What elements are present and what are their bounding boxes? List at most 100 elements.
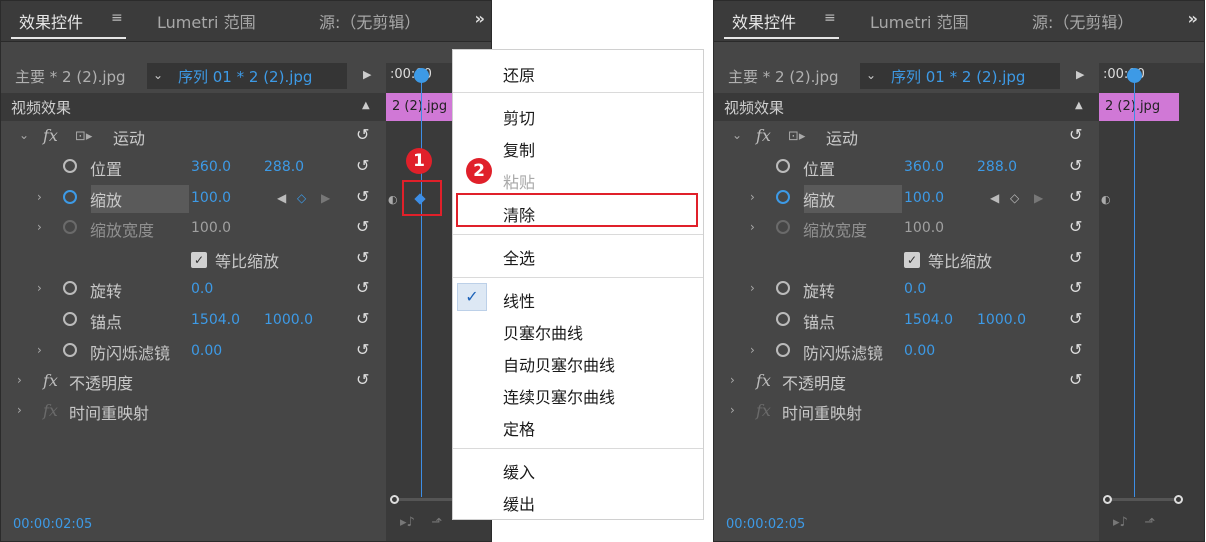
menu-item-select-all[interactable]: 全选 xyxy=(503,245,535,269)
scrollbar-track[interactable] xyxy=(1109,498,1175,501)
tab-source[interactable]: 源:（无剪辑） xyxy=(319,9,420,33)
menu-item-bezier[interactable]: 贝塞尔曲线 xyxy=(503,320,583,344)
chevron-down-icon[interactable]: ⌄ xyxy=(153,68,163,82)
collapse-up-icon[interactable]: ▲ xyxy=(1075,100,1083,111)
reset-icon[interactable]: ↺ xyxy=(356,340,369,359)
effect-row-opacity[interactable]: › fx 不透明度 ↺ xyxy=(1,368,386,398)
rotation-value[interactable]: 0.0 xyxy=(191,281,213,297)
menu-item-continuous-bezier[interactable]: 连续贝塞尔曲线 xyxy=(503,384,615,408)
sequence-clip-label[interactable]: 序列 01 * 2 (2).jpg xyxy=(178,66,312,87)
reset-icon[interactable]: ↺ xyxy=(356,278,369,297)
reset-icon[interactable]: ↺ xyxy=(356,187,369,206)
clip-bar[interactable]: 2 (2).jpg xyxy=(1099,93,1179,121)
menu-item-hold[interactable]: 定格 xyxy=(503,416,535,440)
anti-flicker-value[interactable]: 0.00 xyxy=(904,343,935,359)
more-tabs-icon[interactable]: » xyxy=(475,9,485,28)
reset-icon[interactable]: ↺ xyxy=(356,309,369,328)
twirl-closed-icon[interactable]: › xyxy=(17,373,22,387)
filter-audio-icon[interactable]: ▸♪ ⬏ xyxy=(400,515,442,530)
menu-item-ease-in[interactable]: 缓入 xyxy=(503,459,535,483)
twirl-closed-icon[interactable]: › xyxy=(730,403,735,417)
stopwatch-icon[interactable] xyxy=(63,312,77,326)
current-timecode[interactable]: 00:00:02:05 xyxy=(13,517,92,532)
twirl-closed-icon[interactable]: › xyxy=(37,190,42,204)
twirl-closed-icon[interactable]: › xyxy=(750,190,755,204)
twirl-closed-icon[interactable]: › xyxy=(750,343,755,357)
anti-flicker-value[interactable]: 0.00 xyxy=(191,343,222,359)
reset-icon[interactable]: ↺ xyxy=(1069,248,1082,267)
scale-value[interactable]: 100.0 xyxy=(191,190,231,206)
master-clip-label[interactable]: 主要 * 2 (2).jpg xyxy=(15,66,126,87)
effect-row-motion[interactable]: ⌄ fx ⊡▸ 运动 ↺ xyxy=(714,123,1099,153)
play-icon[interactable]: ▶ xyxy=(363,68,371,81)
tab-menu-icon[interactable]: ≡ xyxy=(111,10,123,26)
reset-icon[interactable]: ↺ xyxy=(1069,278,1082,297)
reset-icon[interactable]: ↺ xyxy=(356,370,369,389)
tab-lumetri-scopes[interactable]: Lumetri 范围 xyxy=(157,9,256,33)
scroll-handle-left[interactable] xyxy=(390,495,399,504)
playhead-line[interactable] xyxy=(1134,77,1135,497)
scroll-handle-right[interactable] xyxy=(1174,495,1183,504)
transform-icon[interactable]: ⊡▸ xyxy=(75,129,92,144)
stopwatch-icon[interactable] xyxy=(776,312,790,326)
add-keyframe-icon[interactable]: ◇ xyxy=(1010,191,1019,205)
keyframe-half-icon[interactable]: ◐ xyxy=(1101,193,1111,206)
stopwatch-icon[interactable] xyxy=(63,159,77,173)
position-x-value[interactable]: 360.0 xyxy=(191,159,231,175)
sequence-clip-label[interactable]: 序列 01 * 2 (2).jpg xyxy=(891,66,1025,87)
clip-bar[interactable]: 2 (2).jpg xyxy=(386,93,454,121)
reset-icon[interactable]: ↺ xyxy=(1069,125,1082,144)
reset-icon[interactable]: ↺ xyxy=(1069,217,1082,236)
stopwatch-icon[interactable] xyxy=(63,343,77,357)
scale-value[interactable]: 100.0 xyxy=(904,190,944,206)
filter-audio-icon[interactable]: ▸♪ ⬏ xyxy=(1113,515,1155,530)
rotation-value[interactable]: 0.0 xyxy=(904,281,926,297)
timeline-zoom-scrollbar[interactable] xyxy=(1103,495,1183,504)
stopwatch-icon[interactable] xyxy=(776,281,790,295)
menu-item-undo[interactable]: 还原 xyxy=(503,62,535,86)
next-keyframe-icon[interactable]: ▶ xyxy=(321,191,330,205)
prev-keyframe-icon[interactable]: ◀ xyxy=(277,191,286,205)
playhead-handle[interactable] xyxy=(1127,68,1142,83)
uniform-scale-checkbox[interactable]: ✓ xyxy=(904,252,920,268)
scroll-handle-left[interactable] xyxy=(1103,495,1112,504)
tab-effect-controls[interactable]: 效果控件 xyxy=(19,9,83,33)
menu-item-ease-out[interactable]: 缓出 xyxy=(503,491,535,515)
reset-icon[interactable]: ↺ xyxy=(1069,187,1082,206)
tab-effect-controls[interactable]: 效果控件 xyxy=(732,9,796,33)
anchor-y-value[interactable]: 1000.0 xyxy=(977,312,1026,328)
fx-icon[interactable]: fx xyxy=(43,371,58,390)
effect-row-motion[interactable]: ⌄ fx ⊡▸ 运动 ↺ xyxy=(1,123,386,153)
reset-icon[interactable]: ↺ xyxy=(356,217,369,236)
effect-row-time-remap[interactable]: › fx 时间重映射 xyxy=(1,398,386,428)
reset-icon[interactable]: ↺ xyxy=(356,156,369,175)
fx-icon[interactable]: fx xyxy=(43,126,58,145)
menu-item-copy[interactable]: 复制 xyxy=(503,137,535,161)
tab-lumetri-scopes[interactable]: Lumetri 范围 xyxy=(870,9,969,33)
twirl-closed-icon[interactable]: › xyxy=(17,403,22,417)
next-keyframe-icon[interactable]: ▶ xyxy=(1034,191,1043,205)
collapse-up-icon[interactable]: ▲ xyxy=(362,100,370,111)
more-tabs-icon[interactable]: » xyxy=(1188,9,1198,28)
twirl-closed-icon[interactable]: › xyxy=(37,281,42,295)
effect-row-time-remap[interactable]: › fx 时间重映射 xyxy=(714,398,1099,428)
stopwatch-icon[interactable] xyxy=(776,190,790,204)
prev-keyframe-icon[interactable]: ◀ xyxy=(990,191,999,205)
playhead-handle[interactable] xyxy=(414,68,429,83)
reset-icon[interactable]: ↺ xyxy=(1069,370,1082,389)
position-y-value[interactable]: 288.0 xyxy=(977,159,1017,175)
reset-icon[interactable]: ↺ xyxy=(1069,309,1082,328)
play-icon[interactable]: ▶ xyxy=(1076,68,1084,81)
menu-item-auto-bezier[interactable]: 自动贝塞尔曲线 xyxy=(503,352,615,376)
add-keyframe-icon[interactable]: ◇ xyxy=(297,191,306,205)
stopwatch-icon[interactable] xyxy=(776,159,790,173)
reset-icon[interactable]: ↺ xyxy=(1069,156,1082,175)
position-y-value[interactable]: 288.0 xyxy=(264,159,304,175)
tab-menu-icon[interactable]: ≡ xyxy=(824,10,836,26)
twirl-closed-icon[interactable]: › xyxy=(37,343,42,357)
twirl-closed-icon[interactable]: › xyxy=(750,281,755,295)
reset-icon[interactable]: ↺ xyxy=(356,125,369,144)
stopwatch-icon[interactable] xyxy=(63,190,77,204)
twirl-closed-icon[interactable]: › xyxy=(750,220,755,234)
twirl-open-icon[interactable]: ⌄ xyxy=(19,128,29,142)
